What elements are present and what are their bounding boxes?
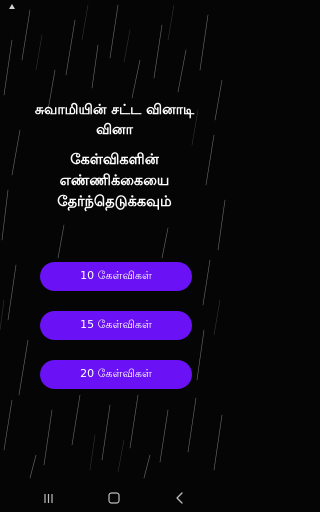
recents-icon[interactable] [43,489,54,503]
twenty-questions-button[interactable]: 20 கேள்விகள் [40,360,192,389]
ten-questions-button[interactable]: 10 கேள்விகள் [40,262,192,291]
app-title-line2: வினா [96,122,133,138]
prompt-line2: எண்ணிக்கையை [59,173,170,189]
home-icon[interactable] [108,489,120,504]
app-title: சுவாமியின் சட்ட வினாடி வினா [0,100,229,140]
prompt-line1: கேள்விகளின் [70,152,159,168]
ten-questions-label: 10 கேள்விகள் [80,269,152,282]
prompt-line3: தேர்ந்தெடுக்கவும் [57,194,172,210]
navigation-bar [0,478,229,512]
status-bar [0,0,229,14]
starfield-background [0,4,226,479]
back-icon[interactable] [174,489,185,504]
fifteen-questions-label: 15 கேள்விகள் [80,318,152,331]
notification-icon [8,3,18,11]
app-title-line1: சுவாமியின் சட்ட வினாடி [34,102,195,118]
twenty-questions-label: 20 கேள்விகள் [80,367,152,380]
question-count-prompt: கேள்விகளின் எண்ணிக்கையை தேர்ந்தெடுக்கவும… [0,150,229,213]
fifteen-questions-button[interactable]: 15 கேள்விகள் [40,311,192,340]
